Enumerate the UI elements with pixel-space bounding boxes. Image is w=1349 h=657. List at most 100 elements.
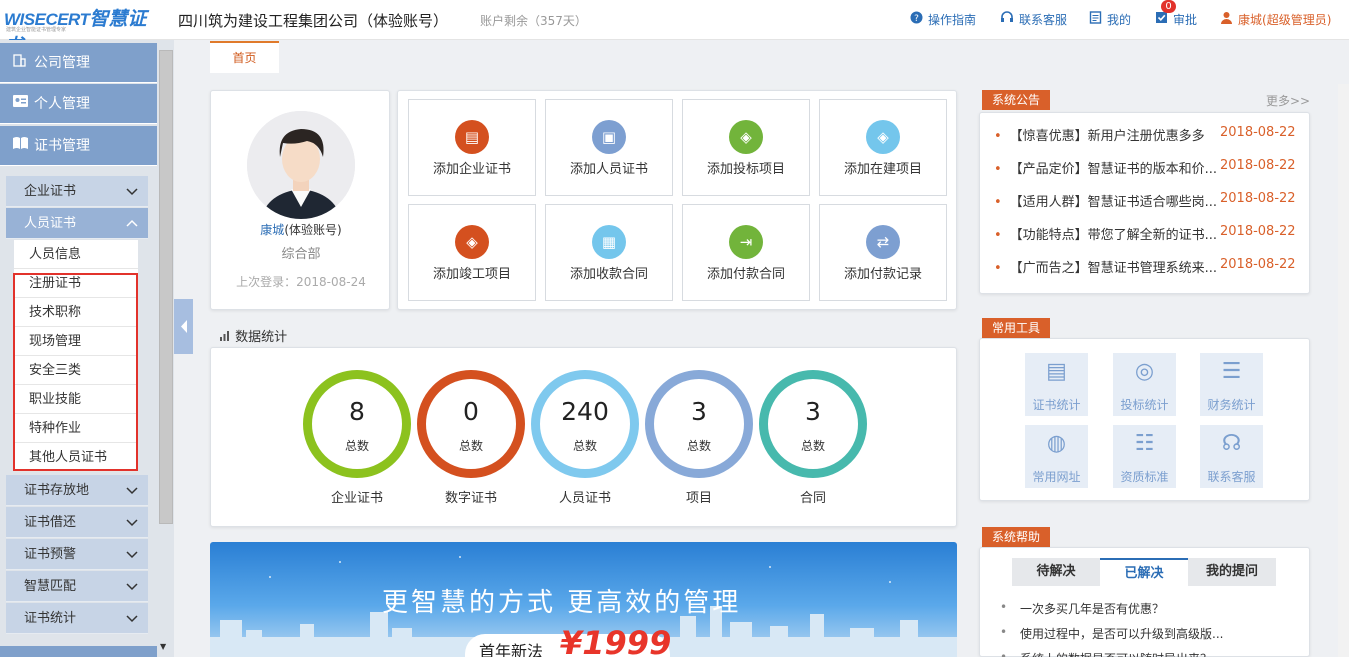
stat-label: 企业证书 [330,491,383,506]
quick-person-card-button[interactable]: ▣ 添加人员证书 [545,99,673,196]
nav-support[interactable]: 联系客服 [1000,11,1067,28]
box-icon: ◈ [729,120,763,154]
stat-circle[interactable]: 240 总数 [531,370,639,478]
quick-cube-button[interactable]: ◈ 添加在建项目 [819,99,947,196]
quick-calculator-button[interactable]: ▦ 添加收款合同 [545,204,673,301]
sidebar-group-storage[interactable]: 证书存放地 [6,475,148,506]
nav-approval[interactable]: 审批 [1155,11,1197,28]
promo-banner[interactable]: 更智慧的方式 更高效的管理 首年新法 ¥1999 [210,542,957,657]
stat-circle[interactable]: 3 总数 [645,370,753,478]
sidebar-item-vocational[interactable]: 职业技能 [14,385,138,414]
announcement-item[interactable]: • 【适用人群】智慧证书适合哪些岗... [994,191,1217,210]
help-question[interactable]: • 系统上的数据是否可以随时导出来？ [1000,650,1212,657]
sidebar-group-matching[interactable]: 智慧匹配 [6,571,148,602]
sidebar-item-special-ops[interactable]: 特种作业 [14,414,138,443]
sidebar: 公司管理 个人管理 证书管理 企业证书 人员证书 人员信息 注册证书 技术职称 … [0,40,174,657]
profile-last-login: 上次登录：2018-08-24 [236,275,366,289]
profile-username[interactable]: 康城 [260,223,284,237]
sidebar-item-personnel-info[interactable]: 人员信息 [14,240,138,269]
tool-cert-stats[interactable]: ▤ 证书统计 [1025,353,1088,416]
document-icon [1089,11,1102,28]
quick-action-label: 添加付款合同 [706,267,785,282]
sidebar-group-personnel-cert[interactable]: 人员证书 [6,208,148,239]
profile-name: 康城(体验账号) [211,221,391,238]
sidebar-item-other-cert[interactable]: 其他人员证书 [14,443,138,472]
stat-value: 3 [805,397,821,426]
tool-coins[interactable]: ☰ 财务统计 [1200,353,1263,416]
announcements-more-link[interactable]: 更多>> [1266,92,1310,109]
help-tab[interactable]: 已解决 [1100,558,1188,586]
tool-headset[interactable]: ☊ 联系客服 [1200,425,1263,488]
help-question[interactable]: • 使用过程中，是否可以升级到高级版... [1000,625,1223,642]
stat-circle[interactable]: 8 总数 [303,370,411,478]
quick-action-label: 添加收款合同 [569,267,648,282]
svg-text:?: ? [914,14,919,24]
tools-panel: ▤ 证书统计 ◎ 投标统计 ☰ 财务统计 ◍ 常用网址 ☷ 资质标准 ☊ 联系客服 [979,338,1310,501]
tab-home[interactable]: 首页 [210,41,279,73]
tool-planet[interactable]: ◍ 常用网址 [1025,425,1088,488]
bar-chart-icon [220,331,229,341]
quick-cube-done-button[interactable]: ◈ 添加竣工项目 [408,204,536,301]
cube-done-icon: ◈ [455,225,489,259]
quick-export-button[interactable]: ⇥ 添加付款合同 [682,204,810,301]
quick-box-button[interactable]: ◈ 添加投标项目 [682,99,810,196]
sidebar-next-section[interactable] [0,646,157,657]
cert-stats-icon: ▤ [1046,359,1067,384]
sidebar-group-borrow[interactable]: 证书借还 [6,507,148,538]
quick-action-label: 添加竣工项目 [432,267,511,282]
nav-mine[interactable]: 我的 [1089,11,1131,28]
target-icon: ◎ [1134,359,1155,384]
bullet-icon: • [994,261,1002,276]
help-question[interactable]: • 一次多买几年是否有优惠？ [1000,600,1164,617]
coins-icon: ☰ [1221,359,1242,384]
avatar[interactable] [247,111,355,219]
quick-certificate-button[interactable]: ▤ 添加企业证书 [408,99,536,196]
stat-value: 240 [561,397,609,426]
nav-user-name: 康城 [1238,13,1263,27]
banner-price: ¥1999 [560,624,672,657]
sidebar-cert-label: 证书管理 [34,138,90,154]
nav-mine-label: 我的 [1107,13,1132,27]
announcement-date: 2018-08-22 [1220,125,1296,140]
tool-target[interactable]: ◎ 投标统计 [1113,353,1176,416]
sidebar-company-mgmt[interactable]: 公司管理 [0,43,157,83]
sidebar-collapse-button[interactable] [174,299,193,354]
announcement-text: 【广而告之】智慧证书管理系统来... [1009,261,1218,276]
bullet-icon: • [994,195,1002,210]
quick-action-label: 添加人员证书 [569,162,648,177]
nav-user[interactable]: 康城 (超级管理员) [1220,11,1331,28]
sidebar-group-enterprise-cert[interactable]: 企业证书 [6,176,148,207]
sidebar-group-stats[interactable]: 证书统计 [6,603,148,634]
approval-badge: 0 [1161,0,1176,13]
nav-user-role: (超级管理员) [1262,13,1332,27]
help-tab[interactable]: 我的提问 [1188,558,1276,586]
sidebar-scrollbar[interactable] [159,50,173,524]
id-card-icon [12,84,30,124]
main-scrollbar[interactable] [1338,84,1349,657]
stat-label: 合同 [799,491,826,506]
help-tab[interactable]: 待解决 [1012,558,1100,586]
stat-circle[interactable]: 3 总数 [759,370,867,478]
quick-transfer-button[interactable]: ⇄ 添加付款记录 [819,204,947,301]
group-label: 企业证书 [24,184,77,199]
sidebar-personal-mgmt[interactable]: 个人管理 [0,84,157,124]
group-label: 证书统计 [24,611,77,626]
sidebar-item-site-mgmt[interactable]: 现场管理 [14,327,138,356]
tool-database[interactable]: ☷ 资质标准 [1113,425,1176,488]
group-label: 人员证书 [24,216,77,231]
stat-circle[interactable]: 0 总数 [417,370,525,478]
scroll-down-arrow-icon[interactable]: ▼ [160,642,166,651]
announcement-item[interactable]: • 【产品定价】智慧证书的版本和价... [994,158,1217,177]
sidebar-item-tech-title[interactable]: 技术职称 [14,298,138,327]
nav-guide[interactable]: ? 操作指南 [910,11,976,28]
sidebar-cert-mgmt[interactable]: 证书管理 [0,126,157,166]
announcement-item[interactable]: • 【惊喜优惠】新用户注册优惠多多 [994,125,1205,144]
stat-label: 人员证书 [558,491,611,506]
sidebar-item-registered-cert[interactable]: 注册证书 [14,269,138,298]
logo[interactable]: WISECERT智慧证书 建筑企业智能证书管理专家 [4,4,160,57]
announcement-item[interactable]: • 【广而告之】智慧证书管理系统来... [994,257,1217,276]
announcement-item[interactable]: • 【功能特点】带您了解全新的证书... [994,224,1217,243]
sidebar-item-safety[interactable]: 安全三类 [14,356,138,385]
sidebar-group-warning[interactable]: 证书预警 [6,539,148,570]
export-icon: ⇥ [729,225,763,259]
